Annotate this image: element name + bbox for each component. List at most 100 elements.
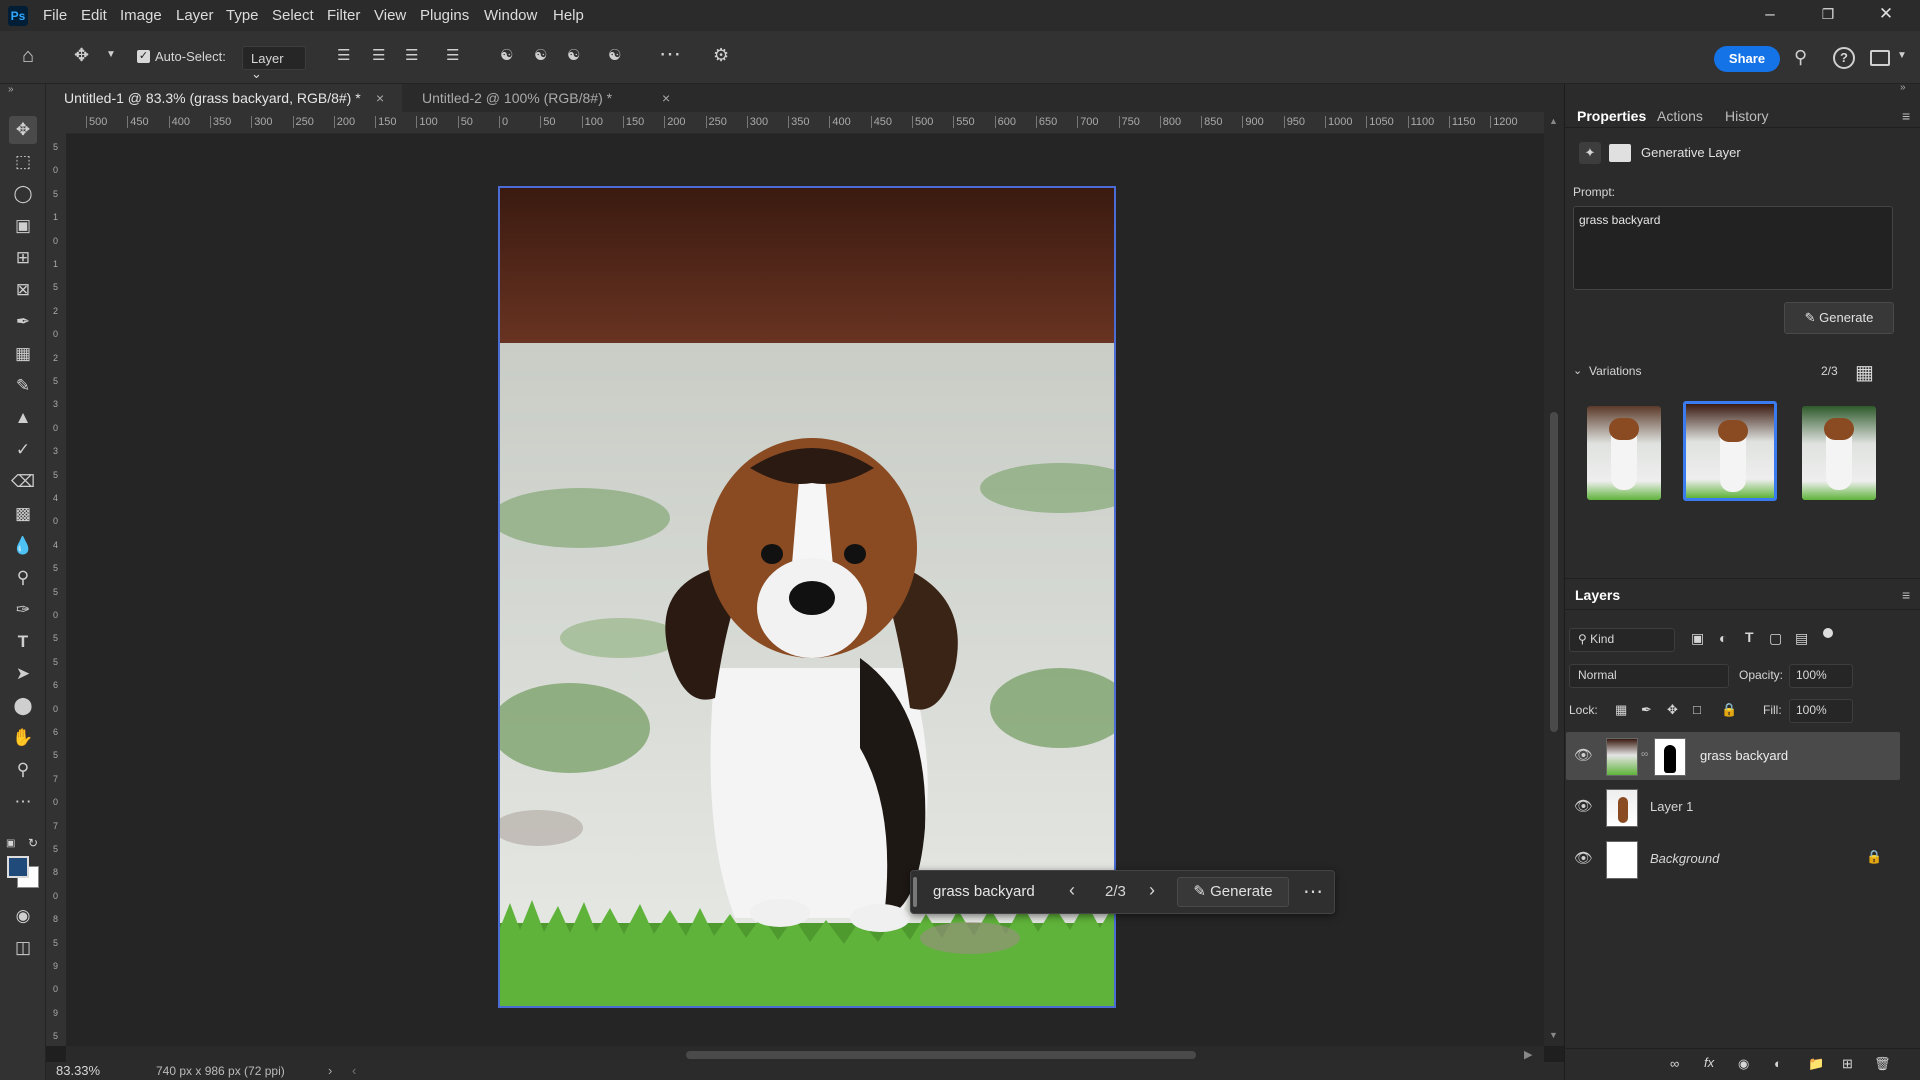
- menu-layer[interactable]: Layer: [176, 7, 214, 24]
- move-tool-icon[interactable]: ✥: [74, 45, 89, 66]
- workspace-chevron-icon[interactable]: ▼: [1897, 50, 1907, 61]
- filter-shape-icon[interactable]: ▢: [1769, 630, 1782, 647]
- layer-name[interactable]: Layer 1: [1650, 799, 1693, 814]
- tab-history[interactable]: History: [1725, 108, 1769, 124]
- lock-pixels-icon[interactable]: ✒: [1641, 702, 1652, 718]
- variations-chevron-icon[interactable]: ⌄: [1573, 364, 1582, 377]
- lock-artboard-icon[interactable]: □: [1693, 702, 1701, 717]
- link-layers-icon[interactable]: ∞: [1670, 1056, 1679, 1071]
- gradient-icon[interactable]: ▩: [9, 500, 37, 528]
- status-expand-icon[interactable]: ›: [328, 1063, 332, 1078]
- menu-help[interactable]: Help: [553, 7, 584, 24]
- collapse-panels-icon[interactable]: »: [1900, 82, 1906, 93]
- visibility-eye-icon[interactable]: 👁: [1574, 849, 1593, 867]
- align-left-icon[interactable]: ☰: [337, 46, 350, 64]
- opacity-input[interactable]: 100%: [1789, 664, 1853, 688]
- distribute-icon[interactable]: ☰: [446, 46, 459, 64]
- close-tab-icon[interactable]: ×: [376, 84, 384, 112]
- horizontal-scroll-thumb[interactable]: [686, 1051, 1196, 1059]
- menu-image[interactable]: Image: [120, 7, 162, 24]
- layer-row-layer-1[interactable]: 👁 Layer 1: [1566, 783, 1900, 831]
- align-bottom-icon[interactable]: ☯: [567, 46, 580, 64]
- collapse-toolbar-icon[interactable]: »: [8, 84, 14, 95]
- menu-view[interactable]: View: [374, 7, 406, 24]
- pen-icon[interactable]: ✑: [9, 596, 37, 624]
- path-select-icon[interactable]: ➤: [9, 660, 37, 688]
- move-icon[interactable]: ✥: [9, 116, 37, 144]
- layers-title[interactable]: Layers: [1575, 587, 1620, 603]
- new-group-icon[interactable]: 📁: [1808, 1056, 1824, 1072]
- eyedropper-icon[interactable]: ✒: [9, 308, 37, 336]
- fill-input[interactable]: 100%: [1789, 699, 1853, 723]
- gear-icon[interactable]: ⚙: [713, 45, 729, 66]
- zoom-icon[interactable]: ⚲: [9, 756, 37, 784]
- crop-icon[interactable]: ⊞: [9, 244, 37, 272]
- layer-name[interactable]: Background: [1650, 851, 1719, 866]
- layer-row-grass-backyard[interactable]: 👁 ∞ grass backyard: [1566, 732, 1900, 780]
- zoom-level[interactable]: 83.33%: [56, 1063, 100, 1078]
- eraser-icon[interactable]: ⌫: [9, 468, 37, 496]
- visibility-eye-icon[interactable]: 👁: [1574, 797, 1593, 815]
- drag-handle[interactable]: [913, 877, 917, 907]
- generate-button[interactable]: ✎ Generate: [1784, 302, 1894, 334]
- variation-thumb-2[interactable]: [1683, 401, 1777, 501]
- swap-colors-icon[interactable]: ↻: [28, 836, 38, 850]
- lock-position-icon[interactable]: ✥: [1667, 702, 1678, 718]
- tab-actions[interactable]: Actions: [1657, 108, 1703, 124]
- default-colors-icon[interactable]: ▣: [6, 838, 15, 849]
- next-variation-icon[interactable]: ›: [1149, 880, 1155, 901]
- add-mask-icon[interactable]: ◉: [1738, 1056, 1749, 1072]
- filter-pixel-icon[interactable]: ▣: [1691, 630, 1704, 647]
- auto-select-checkbox[interactable]: ✓: [137, 50, 150, 63]
- generate-button[interactable]: ✎ Generate: [1177, 877, 1289, 907]
- align-top-icon[interactable]: ☯: [500, 46, 513, 64]
- more-options-icon[interactable]: ⋯: [1303, 879, 1323, 904]
- share-button[interactable]: Share: [1714, 46, 1780, 72]
- menu-file[interactable]: File: [43, 7, 67, 24]
- new-layer-icon[interactable]: ⊞: [1842, 1056, 1853, 1072]
- visibility-eye-icon[interactable]: 👁: [1574, 746, 1593, 764]
- menu-edit[interactable]: Edit: [81, 7, 107, 24]
- filter-smart-object-icon[interactable]: ▤: [1795, 630, 1808, 647]
- ellipse-icon[interactable]: ⬤: [9, 692, 37, 720]
- healing-icon[interactable]: ▦: [9, 340, 37, 368]
- restore-icon[interactable]: ❐: [1813, 6, 1843, 23]
- scroll-down-icon[interactable]: ▼: [1549, 1030, 1558, 1040]
- scroll-left-icon[interactable]: ‹: [352, 1063, 356, 1078]
- align-right-icon[interactable]: ☰: [405, 46, 418, 64]
- lock-transparent-icon[interactable]: ▦: [1615, 702, 1627, 718]
- more-options-icon[interactable]: ⋯: [659, 41, 681, 67]
- prompt-textarea[interactable]: grass backyard: [1573, 206, 1893, 290]
- menu-type[interactable]: Type: [226, 7, 259, 24]
- menu-plugins[interactable]: Plugins: [420, 7, 469, 24]
- minimize-icon[interactable]: –: [1755, 4, 1785, 24]
- close-tab-icon[interactable]: ×: [662, 84, 670, 112]
- hand-icon[interactable]: ✋: [9, 724, 37, 752]
- screen-mode-icon[interactable]: ◫: [9, 934, 37, 962]
- blur-icon[interactable]: 💧: [9, 532, 37, 560]
- vertical-scroll-thumb[interactable]: [1550, 412, 1558, 732]
- home-icon[interactable]: ⌂: [22, 45, 34, 68]
- help-icon[interactable]: ?: [1833, 47, 1855, 69]
- foreground-color-swatch[interactable]: [7, 856, 29, 878]
- frame-icon[interactable]: ⊠: [9, 276, 37, 304]
- delete-layer-icon[interactable]: 🗑: [1874, 1056, 1891, 1072]
- dodge-icon[interactable]: ⚲: [9, 564, 37, 592]
- lock-all-icon[interactable]: 🔒: [1721, 702, 1737, 718]
- blend-mode-dropdown[interactable]: Normal: [1569, 664, 1729, 688]
- tab-properties[interactable]: Properties: [1577, 108, 1646, 124]
- more-tools-icon[interactable]: ⋯: [9, 788, 37, 816]
- workspace-icon[interactable]: [1870, 50, 1890, 66]
- search-icon[interactable]: ⚲: [1794, 47, 1807, 68]
- grid-view-icon[interactable]: ▦: [1855, 360, 1874, 385]
- prompt-text[interactable]: grass backyard: [933, 883, 1035, 900]
- history-brush-icon[interactable]: ✓: [9, 436, 37, 464]
- quick-mask-icon[interactable]: ◉: [9, 902, 37, 930]
- filter-type-icon[interactable]: T: [1745, 629, 1754, 645]
- tab-untitled-2[interactable]: Untitled-2 @ 100% (RGB/8#) * ×: [404, 84, 684, 112]
- chevron-down-icon[interactable]: ▼: [106, 49, 116, 60]
- brush-icon[interactable]: ✎: [9, 372, 37, 400]
- close-window-icon[interactable]: ✕: [1871, 4, 1901, 24]
- layer-name[interactable]: grass backyard: [1700, 748, 1788, 763]
- vertical-scrollbar[interactable]: ▲ ▼: [1544, 112, 1564, 1046]
